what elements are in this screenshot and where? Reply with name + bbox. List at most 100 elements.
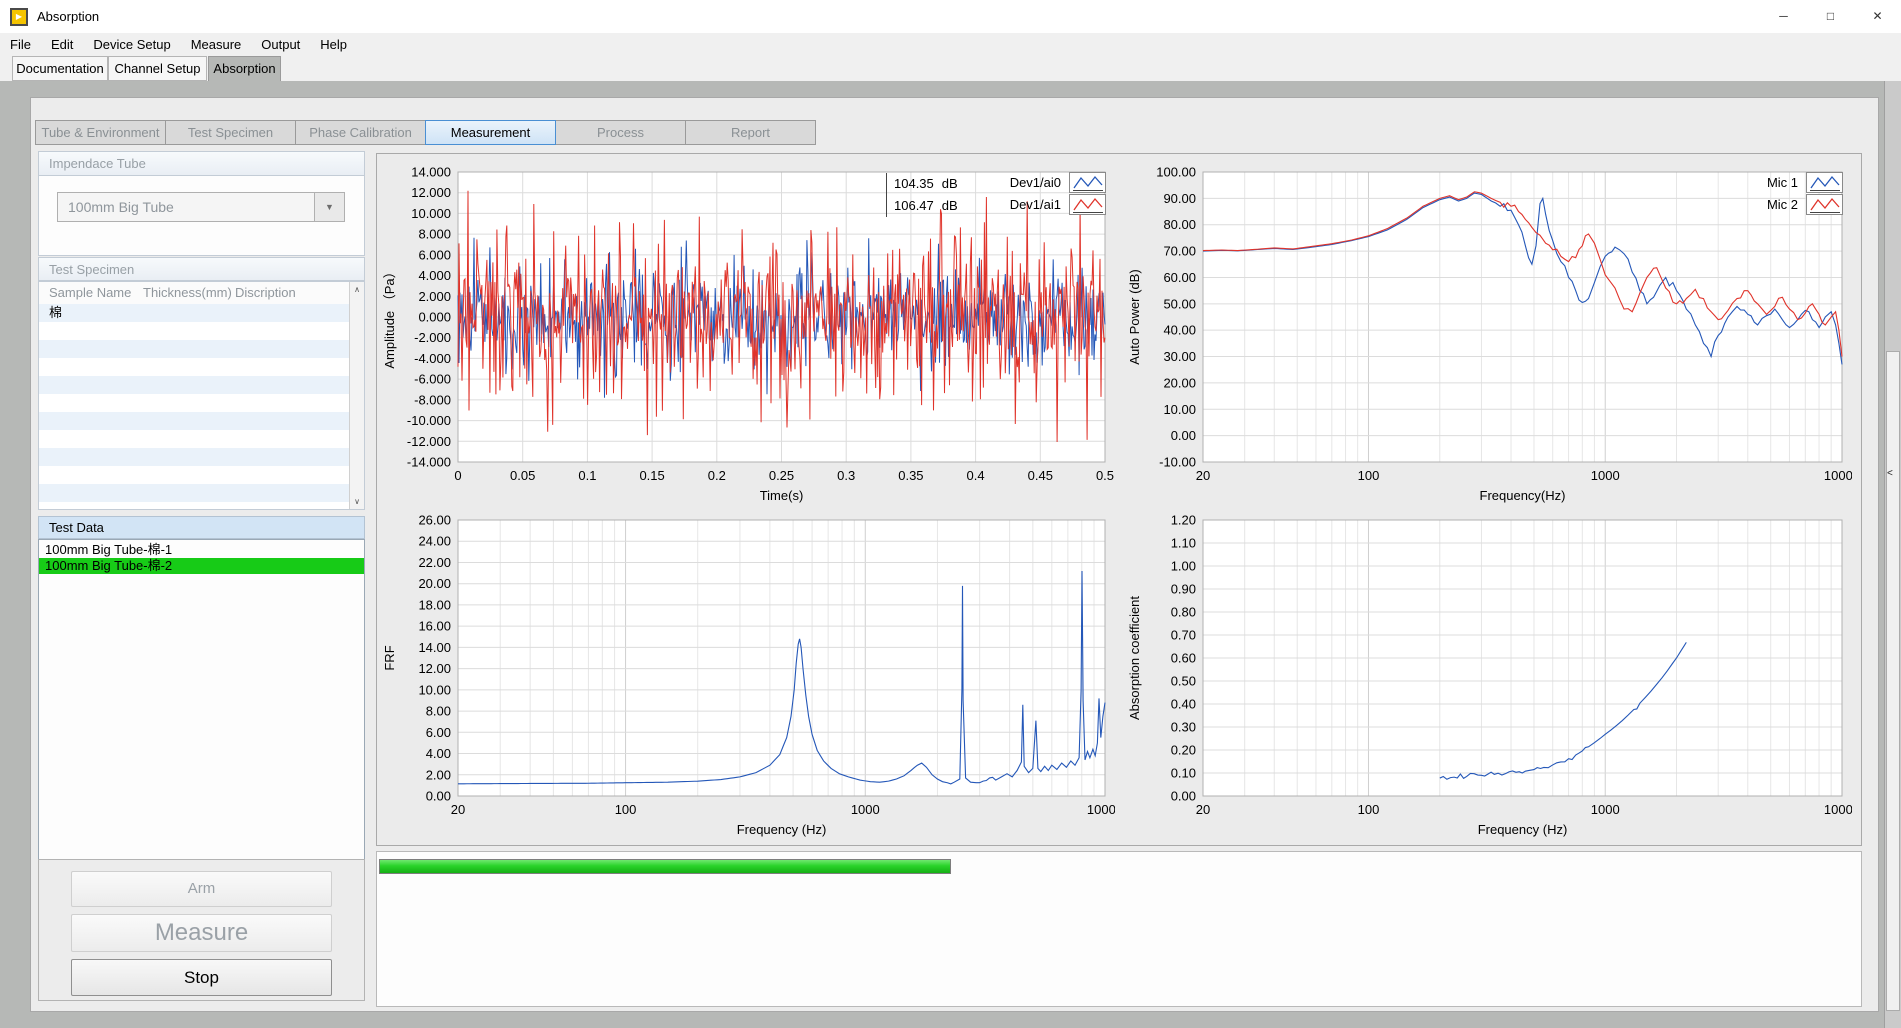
table-header-row: Sample Name Thickness(mm) Discription	[39, 282, 364, 304]
svg-text:0.4: 0.4	[967, 468, 985, 483]
svg-text:-4.000: -4.000	[414, 351, 451, 366]
menu-file[interactable]: File	[0, 33, 41, 56]
svg-text:0.000: 0.000	[418, 310, 451, 325]
table-row[interactable]	[39, 322, 364, 340]
svg-text:12.00: 12.00	[418, 661, 451, 676]
svg-text:0.1: 0.1	[578, 468, 596, 483]
menu-bar: File Edit Device Setup Measure Output He…	[0, 33, 1901, 56]
tube-select-value: 100mm Big Tube	[68, 199, 174, 215]
svg-text:0.50: 0.50	[1171, 674, 1196, 689]
auto-power-legend: Mic 1 Mic 2	[1767, 171, 1843, 215]
minimize-button[interactable]: ─	[1760, 0, 1807, 33]
stop-button[interactable]: Stop	[71, 959, 332, 996]
svg-text:1.10: 1.10	[1171, 536, 1196, 551]
svg-text:10000: 10000	[1824, 468, 1852, 483]
menu-device-setup[interactable]: Device Setup	[83, 33, 180, 56]
svg-text:6.00: 6.00	[426, 725, 451, 740]
level-readouts: 104.35dB 106.47dB	[886, 173, 958, 217]
maximize-button[interactable]: □	[1807, 0, 1854, 33]
svg-text:Auto Power (dB): Auto Power (dB)	[1127, 269, 1142, 364]
close-button[interactable]: ✕	[1854, 0, 1901, 33]
collapse-left-icon[interactable]: <	[1887, 468, 1893, 479]
sub-tab-bar: Tube & Environment Test Specimen Phase C…	[35, 120, 816, 145]
table-scrollbar[interactable]: ∧ ∨	[349, 282, 364, 509]
table-row[interactable]	[39, 376, 364, 394]
main-tab-strip: Documentation Channel Setup Absorption	[0, 56, 1901, 81]
test-specimen-header: Test Specimen	[38, 257, 365, 281]
menu-help[interactable]: Help	[310, 33, 357, 56]
svg-text:20: 20	[451, 802, 465, 817]
table-row[interactable]	[39, 358, 364, 376]
svg-text:0.20: 0.20	[1171, 743, 1196, 758]
subtab-process[interactable]: Process	[555, 120, 686, 145]
svg-text:Frequency (Hz): Frequency (Hz)	[1478, 822, 1568, 837]
legend-label: Mic 2	[1767, 197, 1798, 212]
svg-text:12.000: 12.000	[411, 185, 451, 200]
waveform-icon	[1069, 194, 1106, 215]
table-row[interactable]	[39, 430, 364, 448]
svg-text:50.00: 50.00	[1163, 296, 1196, 311]
svg-text:-12.000: -12.000	[407, 434, 451, 449]
svg-text:2.00: 2.00	[426, 767, 451, 782]
svg-text:1000: 1000	[1591, 468, 1620, 483]
svg-text:Time(s): Time(s)	[760, 488, 804, 503]
svg-text:1.20: 1.20	[1171, 513, 1196, 528]
chevron-down-icon[interactable]: ▼	[314, 193, 344, 221]
svg-text:60.00: 60.00	[1163, 270, 1196, 285]
svg-text:16.00: 16.00	[418, 619, 451, 634]
subtab-report[interactable]: Report	[685, 120, 816, 145]
svg-text:0.00: 0.00	[1171, 789, 1196, 804]
subtab-measurement[interactable]: Measurement	[425, 120, 556, 145]
level-dev1-ai0: 104.35	[894, 176, 934, 191]
svg-text:10000: 10000	[1824, 802, 1852, 817]
svg-text:18.00: 18.00	[418, 597, 451, 612]
menu-output[interactable]: Output	[251, 33, 310, 56]
list-item-selected[interactable]: 100mm Big Tube-棉-2	[39, 558, 364, 574]
vertical-scrollbar[interactable]: <	[1884, 81, 1901, 1028]
svg-text:0.60: 0.60	[1171, 651, 1196, 666]
svg-text:0.00: 0.00	[1171, 428, 1196, 443]
svg-text:0.5: 0.5	[1096, 468, 1114, 483]
tab-absorption[interactable]: Absorption	[208, 56, 281, 81]
svg-text:FRF: FRF	[382, 645, 397, 670]
svg-text:14.000: 14.000	[411, 165, 451, 180]
table-row[interactable]	[39, 466, 364, 484]
progress-bar	[379, 859, 951, 874]
bottom-panel	[376, 851, 1862, 1007]
scrollbar-thumb[interactable]	[1886, 351, 1900, 1011]
menu-edit[interactable]: Edit	[41, 33, 83, 56]
list-item[interactable]: 100mm Big Tube-棉-1	[39, 542, 364, 558]
scroll-down-icon[interactable]: ∨	[350, 497, 364, 506]
app-window: ▶ Absorption ─ □ ✕ File Edit Device Setu…	[0, 0, 1901, 1028]
svg-text:26.00: 26.00	[418, 513, 451, 528]
subtab-phase-calibration[interactable]: Phase Calibration	[295, 120, 426, 145]
tube-select-dropdown[interactable]: 100mm Big Tube ▼	[57, 192, 345, 222]
menu-measure[interactable]: Measure	[181, 33, 252, 56]
scroll-up-icon[interactable]: ∧	[350, 285, 364, 294]
subtab-tube-environment[interactable]: Tube & Environment	[35, 120, 166, 145]
tab-documentation[interactable]: Documentation	[12, 56, 108, 81]
table-row[interactable]	[39, 412, 364, 430]
waveform-icon	[1806, 172, 1843, 193]
tab-channel-setup[interactable]: Channel Setup	[108, 56, 207, 81]
svg-text:100: 100	[615, 802, 637, 817]
svg-text:40.00: 40.00	[1163, 323, 1196, 338]
svg-text:-6.000: -6.000	[414, 372, 451, 387]
impedance-tube-body: 100mm Big Tube ▼	[38, 176, 365, 256]
subtab-test-specimen[interactable]: Test Specimen	[165, 120, 296, 145]
col-sample-name: Sample Name	[39, 282, 143, 304]
svg-text:-2.000: -2.000	[414, 330, 451, 345]
svg-text:8.00: 8.00	[426, 704, 451, 719]
svg-text:90.00: 90.00	[1163, 191, 1196, 206]
app-icon: ▶	[10, 8, 28, 26]
table-row[interactable]	[39, 340, 364, 358]
table-row[interactable]: 棉	[39, 304, 364, 322]
table-row[interactable]	[39, 484, 364, 502]
time-signal-chart: -14.000-12.000-10.000-8.000-6.000-4.000-…	[380, 158, 1115, 508]
table-row[interactable]	[39, 394, 364, 412]
measure-button[interactable]: Measure	[71, 914, 332, 952]
table-row[interactable]	[39, 448, 364, 466]
svg-text:Absorption coefficient: Absorption coefficient	[1127, 596, 1142, 720]
arm-button[interactable]: Arm	[71, 871, 332, 907]
svg-text:Amplitude （Pa）: Amplitude （Pa）	[382, 265, 397, 368]
